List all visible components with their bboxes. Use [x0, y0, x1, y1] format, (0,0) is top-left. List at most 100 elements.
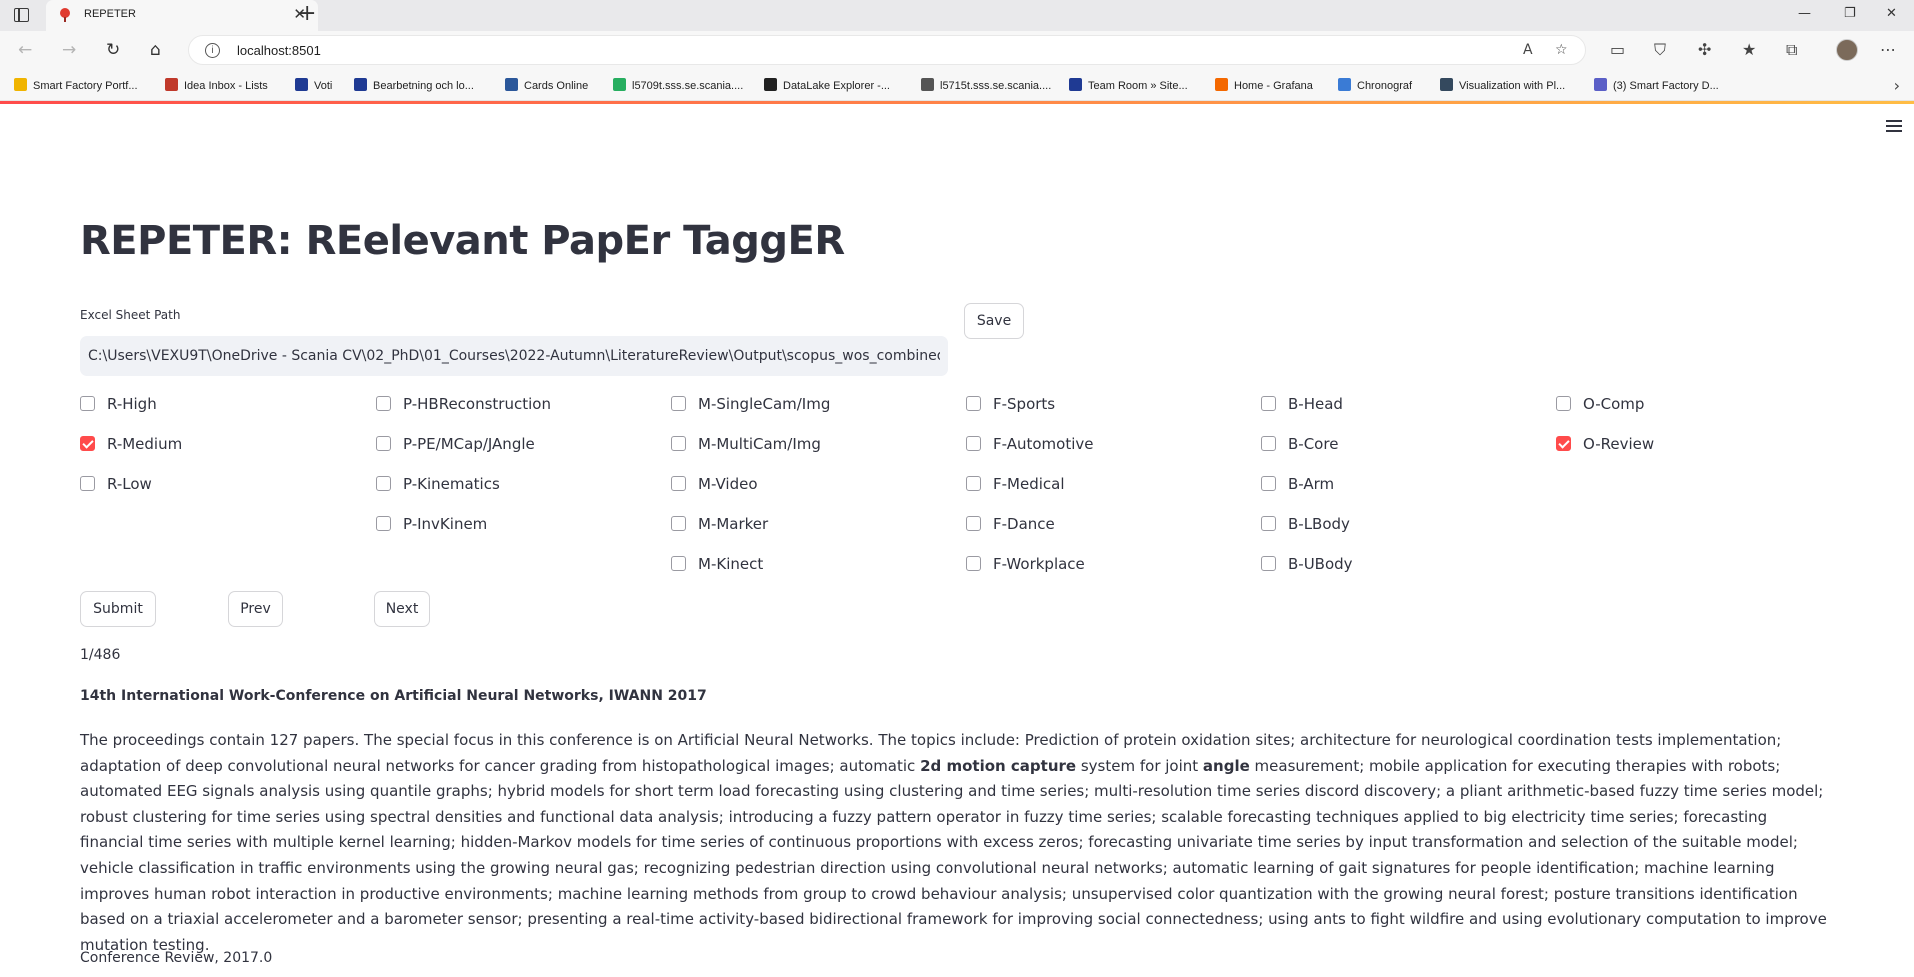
save-button[interactable]: Save — [964, 303, 1024, 339]
bookmark-item[interactable]: DataLake Explorer -... — [764, 78, 890, 92]
checkbox-unchecked-icon[interactable] — [966, 516, 981, 531]
bookmark-item[interactable]: Chronograf — [1338, 78, 1412, 92]
checkbox-unchecked-icon[interactable] — [966, 396, 981, 411]
checkbox-unchecked-icon[interactable] — [1261, 476, 1276, 491]
checkbox-unchecked-icon[interactable] — [376, 476, 391, 491]
new-tab-icon[interactable]: + — [298, 3, 316, 25]
bookmark-item[interactable]: Home - Grafana — [1215, 78, 1313, 92]
tag-checkbox-r-high[interactable]: R-High — [80, 395, 157, 413]
checkbox-unchecked-icon[interactable] — [1261, 396, 1276, 411]
tag-checkbox-p-pe-mcap-jangle[interactable]: P-PE/MCap/JAngle — [376, 435, 535, 453]
tag-checkbox-f-dance[interactable]: F-Dance — [966, 515, 1055, 533]
forward-icon[interactable]: → — [62, 40, 76, 60]
bookmark-item[interactable]: Smart Factory Portf... — [14, 78, 138, 92]
more-menu-icon[interactable]: ⋯ — [1880, 41, 1896, 59]
checkbox-unchecked-icon[interactable] — [966, 436, 981, 451]
app-main-menu-icon[interactable] — [1886, 120, 1902, 135]
add-favorite-icon[interactable]: ☆ — [1555, 42, 1568, 58]
tag-checkbox-p-invkinem[interactable]: P-InvKinem — [376, 515, 487, 533]
submit-button[interactable]: Submit — [80, 591, 156, 627]
checkbox-unchecked-icon[interactable] — [671, 476, 686, 491]
bookmark-item[interactable]: Voti — [295, 78, 332, 92]
reading-view-icon[interactable]: ▭ — [1610, 41, 1625, 59]
shield-extension-icon[interactable]: ⛉ — [1654, 41, 1666, 59]
collections-icon[interactable]: ⧉ — [1786, 41, 1797, 59]
bookmark-item[interactable]: (3) Smart Factory D... — [1594, 78, 1719, 92]
back-icon[interactable]: ← — [18, 40, 32, 60]
read-aloud-icon[interactable]: A — [1523, 42, 1533, 58]
tag-checkbox-b-arm[interactable]: B-Arm — [1261, 475, 1334, 493]
tag-checkbox-b-head[interactable]: B-Head — [1261, 395, 1343, 413]
tag-checkbox-r-medium[interactable]: R-Medium — [80, 435, 182, 453]
bookmark-item[interactable]: l5715t.sss.se.scania.... — [921, 78, 1051, 92]
profile-avatar[interactable] — [1836, 39, 1858, 61]
bookmark-label: Idea Inbox - Lists — [184, 80, 268, 92]
tag-checkbox-m-singlecam-img[interactable]: M-SingleCam/Img — [671, 395, 830, 413]
checkbox-unchecked-icon[interactable] — [1556, 396, 1571, 411]
tab-actions-icon[interactable] — [14, 8, 29, 22]
checkbox-unchecked-icon[interactable] — [376, 516, 391, 531]
checkbox-unchecked-icon[interactable] — [376, 396, 391, 411]
tag-checkbox-m-marker[interactable]: M-Marker — [671, 515, 768, 533]
checkbox-unchecked-icon[interactable] — [671, 556, 686, 571]
pin-favicon-icon — [60, 8, 70, 22]
paper-abstract: The proceedings contain 127 papers. The … — [80, 728, 1830, 958]
site-info-icon[interactable]: i — [205, 43, 220, 58]
checkbox-unchecked-icon[interactable] — [1261, 516, 1276, 531]
tag-checkbox-f-medical[interactable]: F-Medical — [966, 475, 1065, 493]
checkbox-unchecked-icon[interactable] — [966, 556, 981, 571]
tag-label: F-Sports — [993, 395, 1056, 413]
tag-checkbox-f-automotive[interactable]: F-Automotive — [966, 435, 1093, 453]
tag-checkbox-f-sports[interactable]: F-Sports — [966, 395, 1055, 413]
home-icon[interactable]: ⌂ — [150, 40, 161, 60]
url-field[interactable]: i localhost:8501 A ☆ — [188, 35, 1586, 65]
bookmark-item[interactable]: Team Room » Site... — [1069, 78, 1188, 92]
checkbox-checked-icon[interactable] — [80, 436, 95, 451]
tag-label: R-Medium — [107, 435, 183, 453]
bookmark-item[interactable]: l5709t.sss.se.scania.... — [613, 78, 743, 92]
tag-checkbox-b-lbody[interactable]: B-LBody — [1261, 515, 1350, 533]
checkbox-unchecked-icon[interactable] — [671, 436, 686, 451]
browser-tab-active[interactable]: REPETER ✕ — [46, 0, 318, 31]
decoration-bar — [0, 101, 1914, 104]
tag-checkbox-m-video[interactable]: M-Video — [671, 475, 758, 493]
bookmark-favicon-icon — [613, 78, 626, 91]
excel-path-input[interactable] — [80, 336, 948, 376]
bookmark-favicon-icon — [921, 78, 934, 91]
tag-checkbox-r-low[interactable]: R-Low — [80, 475, 152, 493]
checkbox-unchecked-icon[interactable] — [671, 516, 686, 531]
tag-label: M-Kinect — [698, 555, 764, 573]
bookmark-label: Voti — [314, 80, 333, 92]
refresh-icon[interactable]: ↻ — [106, 40, 120, 60]
checkbox-unchecked-icon[interactable] — [376, 436, 391, 451]
abstract-keyword: 2d motion capture — [920, 756, 1077, 775]
checkbox-unchecked-icon[interactable] — [80, 476, 95, 491]
tag-checkbox-o-review[interactable]: O-Review — [1556, 435, 1654, 453]
extensions-icon[interactable]: ✣ — [1698, 41, 1711, 59]
tag-checkbox-p-kinematics[interactable]: P-Kinematics — [376, 475, 500, 493]
checkbox-unchecked-icon[interactable] — [1261, 556, 1276, 571]
bookmark-item[interactable]: Idea Inbox - Lists — [165, 78, 268, 92]
tag-checkbox-o-comp[interactable]: O-Comp — [1556, 395, 1644, 413]
checkbox-unchecked-icon[interactable] — [966, 476, 981, 491]
bookmark-item[interactable]: Bearbetning och lo... — [354, 78, 474, 92]
bookmark-item[interactable]: Visualization with Pl... — [1440, 78, 1565, 92]
minimize-icon[interactable]: — — [1798, 6, 1811, 21]
window-close-icon[interactable]: ✕ — [1886, 6, 1897, 21]
tag-checkbox-b-core[interactable]: B-Core — [1261, 435, 1338, 453]
checkbox-unchecked-icon[interactable] — [671, 396, 686, 411]
checkbox-unchecked-icon[interactable] — [80, 396, 95, 411]
bookmarks-overflow-icon[interactable]: › — [1894, 76, 1900, 95]
tag-checkbox-p-hbreconstruction[interactable]: P-HBReconstruction — [376, 395, 551, 413]
tag-checkbox-m-multicam-img[interactable]: M-MultiCam/Img — [671, 435, 821, 453]
prev-button[interactable]: Prev — [228, 591, 283, 627]
bookmark-item[interactable]: Cards Online — [505, 78, 588, 92]
tag-checkbox-m-kinect[interactable]: M-Kinect — [671, 555, 763, 573]
favorites-icon[interactable]: ★ — [1742, 41, 1756, 59]
checkbox-unchecked-icon[interactable] — [1261, 436, 1276, 451]
next-button[interactable]: Next — [374, 591, 430, 627]
checkbox-checked-icon[interactable] — [1556, 436, 1571, 451]
tag-checkbox-b-ubody[interactable]: B-UBody — [1261, 555, 1353, 573]
tag-checkbox-f-workplace[interactable]: F-Workplace — [966, 555, 1085, 573]
restore-icon[interactable]: ❐ — [1844, 6, 1856, 21]
